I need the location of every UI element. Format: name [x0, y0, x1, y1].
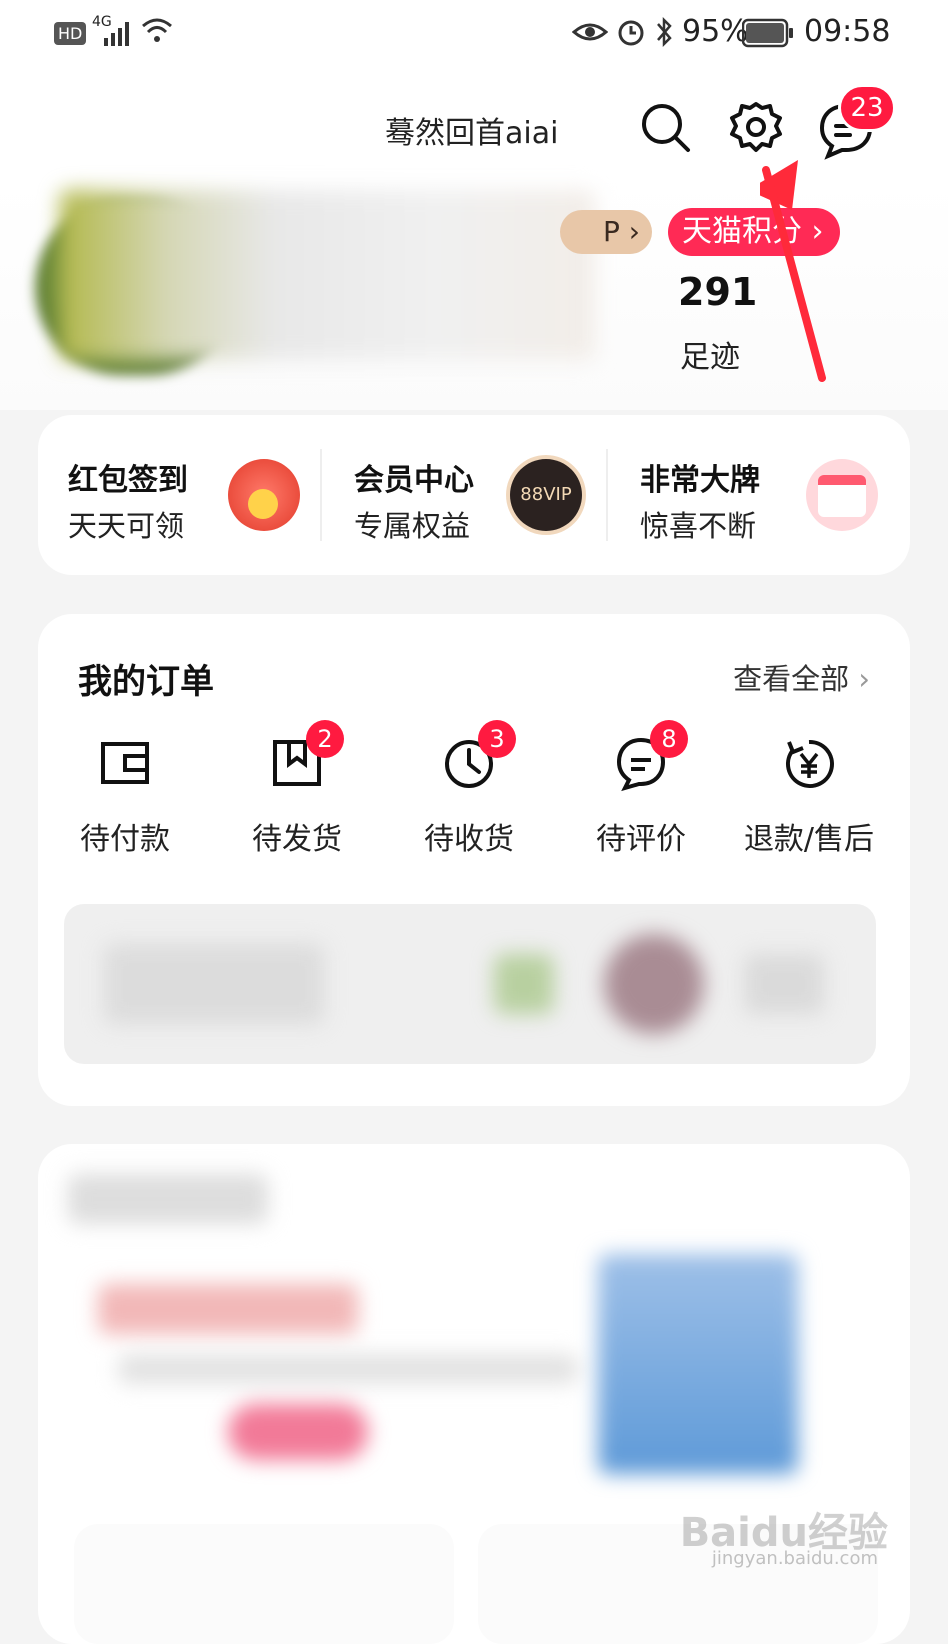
quick-entry-subtitle: 天天可领	[68, 509, 185, 543]
orders-card: 我的订单 查看全部 › 待付款 2 待发货 3 待收货 8 待评价 退款/售后	[38, 614, 910, 1106]
blurred-promo-title	[98, 1284, 358, 1334]
status-bar: HD 4G 95% 09:58	[0, 0, 948, 70]
gear-icon[interactable]	[726, 98, 786, 158]
recommendation-card	[38, 1144, 910, 1644]
divider	[606, 449, 608, 541]
footprint-label[interactable]: 足迹	[680, 332, 740, 376]
order-status-pending-review[interactable]: 8 待评价	[554, 720, 728, 872]
recommend-tile-left[interactable]	[74, 1524, 454, 1644]
blurred-section-title	[68, 1174, 268, 1224]
wifi-icon	[142, 18, 172, 42]
order-status-label: 待发货	[252, 822, 342, 857]
battery-icon	[742, 18, 793, 48]
order-status-label: 退款/售后	[743, 822, 875, 857]
quick-entry-title: 会员中心	[354, 463, 474, 498]
blurred-profile-info	[60, 190, 595, 360]
blurred-promo-text	[118, 1354, 578, 1384]
refund-icon	[785, 739, 834, 788]
orders-title: 我的订单	[78, 662, 214, 702]
quick-entry-title: 非常大牌	[640, 463, 760, 498]
clock-time: 09:58	[804, 14, 891, 49]
baidu-watermark-url: jingyan.baidu.com	[711, 1548, 878, 1569]
order-status-pending-shipment[interactable]: 2 待发货	[210, 720, 384, 872]
annotation-arrow-icon	[760, 160, 826, 382]
username-title: 蓦然回首aiai	[385, 116, 559, 151]
order-status-label: 待收货	[424, 822, 514, 857]
order-count-badge: 8	[650, 720, 688, 758]
blurred-thumbnail	[494, 954, 554, 1014]
blurred-promo-image[interactable]	[598, 1254, 798, 1474]
alarm-icon	[618, 20, 644, 46]
footprint-count[interactable]: 291	[678, 270, 757, 314]
divider	[320, 449, 322, 541]
battery-text: 95%	[682, 14, 749, 49]
quick-entries-card: 红包签到 天天可领 会员中心 专属权益 88VIP 非常大牌 惊喜不断	[38, 415, 910, 575]
wallet-icon	[101, 742, 149, 784]
quick-entry-red-envelope[interactable]: 红包签到 天天可领	[38, 415, 328, 575]
hd-indicator: HD	[54, 22, 87, 45]
quick-entry-subtitle: 专属权益	[354, 509, 471, 543]
order-status-label: 待评价	[596, 822, 686, 857]
order-count-badge: 2	[306, 720, 344, 758]
eye-icon	[572, 23, 608, 41]
blurred-thumbnail	[604, 934, 704, 1034]
signal-icon	[104, 22, 129, 46]
blurred-promo-button[interactable]	[228, 1404, 368, 1460]
vip-tag[interactable]: P ›	[560, 210, 652, 254]
vip-tag-text: P	[603, 215, 620, 248]
view-all-label: 查看全部	[733, 662, 850, 696]
order-count-badge: 3	[478, 720, 516, 758]
order-status-refund[interactable]: 退款/售后	[722, 732, 896, 872]
blurred-text-block	[104, 944, 324, 1024]
blurred-thumbnail	[744, 954, 824, 1014]
quick-entry-title: 红包签到	[68, 463, 188, 498]
message-count-badge: 23	[838, 84, 896, 132]
quick-entry-big-brand[interactable]: 非常大牌 惊喜不断	[610, 415, 900, 575]
order-status-label: 待付款	[80, 822, 170, 857]
bluetooth-icon	[657, 16, 672, 48]
red-envelope-icon	[228, 459, 300, 531]
order-status-pending-payment[interactable]: 待付款	[38, 732, 212, 872]
88vip-icon: 88VIP	[510, 459, 582, 531]
quick-entry-subtitle: 惊喜不断	[640, 509, 757, 543]
order-status-pending-receipt[interactable]: 3 待收货	[382, 720, 556, 872]
quick-entry-member-center[interactable]: 会员中心 专属权益 88VIP	[324, 415, 614, 575]
blurred-order-preview[interactable]	[64, 904, 876, 1064]
search-icon[interactable]	[636, 98, 696, 158]
chevron-right-icon: ›	[858, 662, 870, 696]
calendar-icon	[806, 459, 878, 531]
view-all-orders-link[interactable]: 查看全部 ›	[733, 656, 870, 698]
